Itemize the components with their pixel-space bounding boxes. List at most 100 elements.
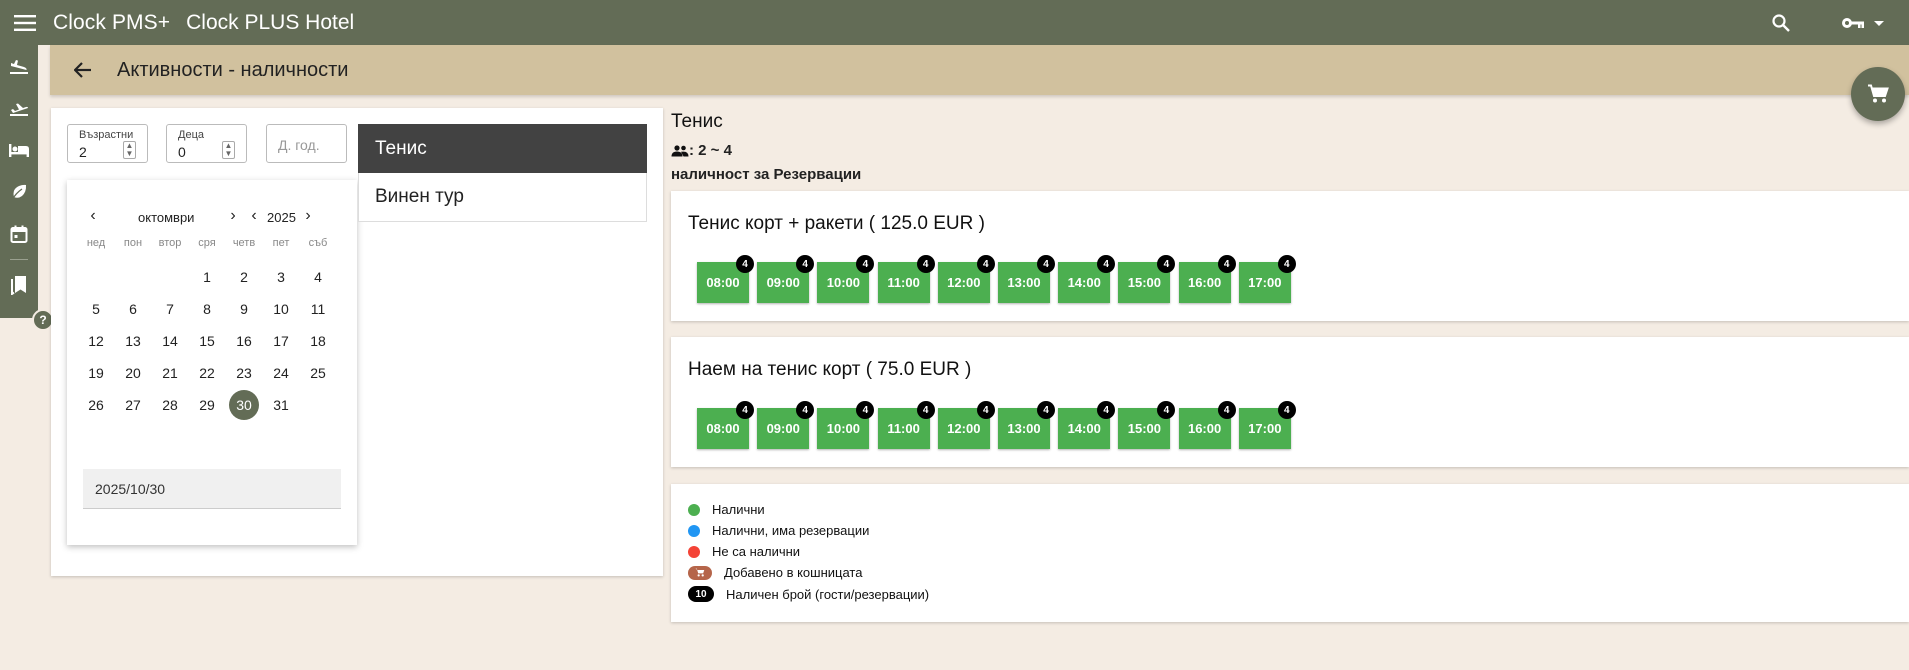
calendar-day[interactable]: 2 <box>229 262 259 292</box>
calendar-day[interactable]: 14 <box>155 326 185 356</box>
legend-label: Налични <box>712 502 765 517</box>
slot-count-badge: 4 <box>1097 401 1116 419</box>
next-month-button[interactable]: › <box>224 206 242 226</box>
time-slot-button[interactable]: 14:00 4 <box>1058 401 1116 449</box>
slot-time: 16:00 <box>1187 421 1222 436</box>
availability-subtitle: наличност за Резервации <box>671 166 862 183</box>
slot-count-badge: 4 <box>1277 401 1296 419</box>
slot-time: 09:00 <box>766 275 800 290</box>
nav-rail <box>0 45 38 318</box>
calendar-day[interactable]: 26 <box>81 390 111 420</box>
time-slot-button[interactable]: 13:00 4 <box>998 255 1055 303</box>
adults-value[interactable]: 2 <box>79 144 87 160</box>
time-slot-button[interactable]: 15:00 4 <box>1118 255 1176 303</box>
time-slot-button[interactable]: 08:00 4 <box>697 255 754 303</box>
time-slot-button[interactable]: 15:00 4 <box>1118 401 1176 449</box>
calendar-day-selected[interactable]: 30 <box>229 390 259 420</box>
month-label[interactable]: октомври <box>138 210 194 225</box>
time-slot-button[interactable]: 14:00 4 <box>1058 255 1116 303</box>
rail-arrivals[interactable] <box>0 45 38 87</box>
weekday-header: съб <box>308 237 328 249</box>
calendar-day[interactable]: 31 <box>266 390 296 420</box>
calendar-day[interactable]: 11 <box>303 294 333 324</box>
rail-rooms[interactable] <box>0 129 38 171</box>
time-slot-button[interactable]: 08:00 4 <box>697 401 754 449</box>
rail-activities[interactable] <box>0 171 38 213</box>
year-label[interactable]: 2025 <box>267 210 296 225</box>
calendar-day[interactable]: 13 <box>118 326 148 356</box>
menu-button[interactable] <box>0 0 50 45</box>
calendar-day[interactable]: 3 <box>266 262 296 292</box>
weekday-header: пон <box>123 237 143 249</box>
adults-field[interactable]: Възрастни 2 ▲ ▼ <box>67 124 148 163</box>
adults-stepper[interactable]: ▲ ▼ <box>123 141 136 159</box>
children-value[interactable]: 0 <box>178 144 186 160</box>
calendar-day[interactable]: 4 <box>303 262 333 292</box>
time-slot-button[interactable]: 16:00 4 <box>1178 401 1236 449</box>
slot-count-badge: 4 <box>1037 255 1055 273</box>
cart-button[interactable] <box>1851 67 1905 121</box>
calendar-day[interactable]: 6 <box>118 294 148 324</box>
filters-card: Възрастни 2 ▲ ▼ Деца 0 ▲ ▼ Д. год. ‹ октом… <box>51 108 663 576</box>
slot-time: 11:00 <box>887 421 920 436</box>
page-header: Активности - наличности <box>50 45 1909 95</box>
calendar-day[interactable]: 8 <box>192 294 222 324</box>
children-stepper[interactable]: ▲ ▼ <box>222 141 235 159</box>
calendar-day[interactable]: 10 <box>266 294 296 324</box>
prev-year-button[interactable]: ‹ <box>245 206 263 226</box>
calendar-day[interactable]: 12 <box>81 326 111 356</box>
time-slot-button[interactable]: 11:00 4 <box>877 401 935 449</box>
account-menu-button[interactable] <box>1841 16 1887 30</box>
calendar-day[interactable]: 16 <box>229 326 259 356</box>
calendar-day[interactable]: 29 <box>192 390 222 420</box>
time-slot-button[interactable]: 17:00 4 <box>1238 401 1296 449</box>
calendar-day[interactable]: 25 <box>303 358 333 388</box>
blue-dot-icon <box>688 524 700 537</box>
time-slot-button[interactable]: 16:00 4 <box>1178 255 1236 303</box>
menu-icon <box>14 14 36 31</box>
calendar-day[interactable]: 23 <box>229 358 259 388</box>
birthdate-field[interactable]: Д. год. <box>266 124 347 163</box>
chevron-down-icon: ▼ <box>125 149 134 158</box>
slot-count-badge: 4 <box>1097 255 1116 273</box>
activity-item-tennis[interactable]: Тенис <box>358 124 647 173</box>
calendar-day[interactable]: 22 <box>192 358 222 388</box>
calendar-day[interactable]: 1 <box>192 262 222 292</box>
help-label: ? <box>39 313 47 327</box>
time-slot-button[interactable]: 17:00 4 <box>1238 255 1296 303</box>
rail-calendar[interactable] <box>0 213 38 255</box>
calendar-day[interactable]: 24 <box>266 358 296 388</box>
calendar-day[interactable]: 21 <box>155 358 185 388</box>
activity-item-wine-tour[interactable]: Винен тур <box>358 173 647 222</box>
time-slot-button[interactable]: 10:00 4 <box>817 401 875 449</box>
prev-month-button[interactable]: ‹ <box>84 206 102 226</box>
calendar-day[interactable]: 28 <box>155 390 185 420</box>
calendar-day[interactable]: 9 <box>229 294 259 324</box>
next-year-button[interactable]: › <box>299 206 317 226</box>
selected-date-field[interactable]: 2025/10/30 <box>83 469 341 509</box>
time-slot-button[interactable]: 11:00 4 <box>877 255 935 303</box>
time-slot-button[interactable]: 12:00 4 <box>937 255 995 303</box>
calendar-day[interactable]: 27 <box>118 390 148 420</box>
time-slot-button[interactable]: 09:00 4 <box>757 401 815 449</box>
legend-label: Не са налични <box>712 544 801 559</box>
back-button[interactable] <box>63 50 103 90</box>
calendar-day[interactable]: 19 <box>81 358 111 388</box>
calendar-day[interactable]: 15 <box>192 326 222 356</box>
time-slot-button[interactable]: 12:00 4 <box>937 401 995 449</box>
hotel-title[interactable]: Clock PLUS Hotel <box>186 11 354 35</box>
calendar-day[interactable]: 18 <box>303 326 333 356</box>
time-slot-button[interactable]: 09:00 4 <box>757 255 815 303</box>
calendar-day[interactable]: 20 <box>118 358 148 388</box>
search-button[interactable] <box>1761 3 1801 43</box>
rail-bookmarks[interactable] <box>0 268 38 302</box>
offer-card-court-rent: Наем на тенис корт ( 75.0 EUR ) 08:00 4 09… <box>671 337 1909 467</box>
time-slot-button[interactable]: 13:00 4 <box>998 401 1055 449</box>
rail-departures[interactable] <box>0 87 38 129</box>
page-title: Активности - наличности <box>117 58 349 81</box>
time-slot-button[interactable]: 10:00 4 <box>817 255 875 303</box>
calendar-day[interactable]: 7 <box>155 294 185 324</box>
children-field[interactable]: Деца 0 ▲ ▼ <box>166 124 247 163</box>
calendar-day[interactable]: 5 <box>81 294 111 324</box>
calendar-day[interactable]: 17 <box>266 326 296 356</box>
